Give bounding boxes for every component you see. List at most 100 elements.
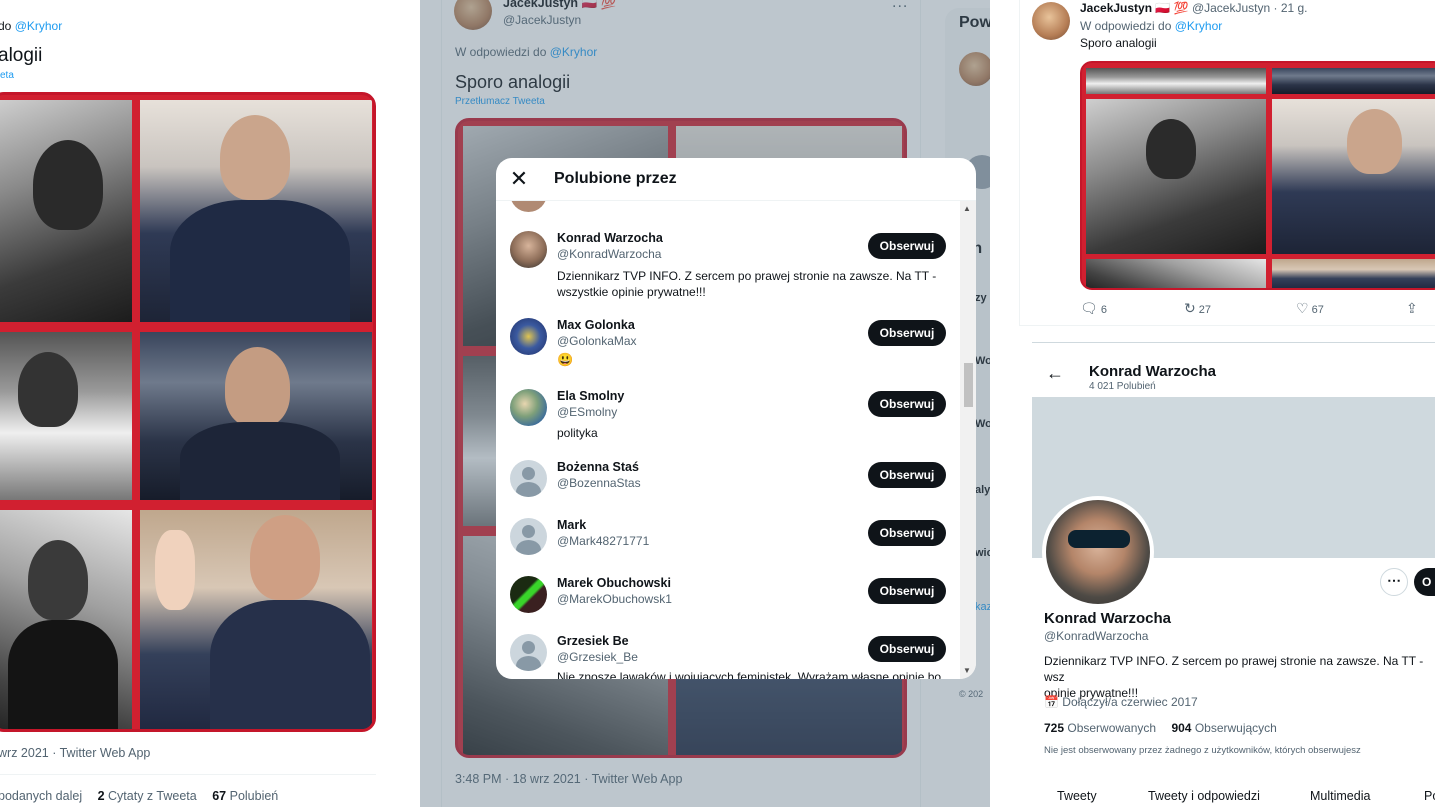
- likes-label[interactable]: Polubień: [230, 789, 279, 803]
- scrollbar-thumb[interactable]: [964, 363, 973, 407]
- user-handle[interactable]: @GolonkaMax: [557, 334, 637, 348]
- user-avatar[interactable]: [510, 634, 547, 671]
- image-cell: [1272, 259, 1435, 288]
- follow-button[interactable]: Obserwuj: [868, 636, 946, 662]
- tab-media[interactable]: Multimedia: [1310, 789, 1370, 803]
- translate-link[interactable]: eta: [0, 70, 14, 81]
- following-count[interactable]: 725: [1044, 721, 1064, 735]
- reply-count: 6: [1100, 304, 1107, 316]
- likes-count[interactable]: 67: [212, 789, 226, 803]
- user-avatar[interactable]: [510, 231, 547, 268]
- reply-to-handle-link[interactable]: @Kryhor: [15, 19, 63, 33]
- divider: [1019, 325, 1435, 326]
- liked-by-list: Konrad Warzocha @KonradWarzocha Dziennik…: [496, 201, 960, 679]
- image-cell: [1086, 259, 1266, 288]
- follow-button[interactable]: Obserwuj: [868, 578, 946, 604]
- profile-name: Konrad Warzocha: [1044, 610, 1171, 627]
- image-cell: [0, 100, 132, 322]
- profile-handle: @KonradWarzocha: [1044, 629, 1149, 643]
- user-name[interactable]: Marek Obuchowski: [557, 576, 671, 590]
- author-handle[interactable]: @JacekJustyn · 21 g.: [1192, 1, 1308, 15]
- quotes-count[interactable]: 2: [98, 789, 105, 803]
- follow-button[interactable]: Obserwuj: [868, 462, 946, 488]
- modal-header: ✕ Polubione przez: [496, 158, 976, 201]
- reply-to-prefix: do: [0, 19, 12, 33]
- tweet-text: alogii: [0, 45, 43, 66]
- user-name[interactable]: Bożenna Staś: [557, 460, 639, 474]
- author-name[interactable]: JacekJustyn 🇵🇱 💯: [1080, 1, 1189, 15]
- tab-likes[interactable]: Po: [1424, 789, 1435, 803]
- image-cell: [0, 510, 132, 729]
- follow-button[interactable]: Obserwuj: [868, 320, 946, 346]
- calendar-icon: 📅: [1044, 695, 1059, 709]
- user-avatar[interactable]: [510, 576, 547, 613]
- followers-label[interactable]: Obserwujących: [1195, 721, 1277, 735]
- tab-tweets-and-replies[interactable]: Tweety i odpowiedzi: [1148, 789, 1260, 803]
- not-followed-note: Nie jest obserwowany przez żadnego z uży…: [1044, 745, 1361, 756]
- user-handle[interactable]: @ESmolny: [557, 405, 617, 419]
- user-avatar[interactable]: [510, 518, 547, 555]
- user-name[interactable]: Ela Smolny: [557, 389, 624, 403]
- share-icon: ⇪: [1406, 300, 1418, 316]
- more-options-icon[interactable]: ⋯: [1380, 568, 1408, 596]
- divider: [0, 774, 376, 775]
- follow-button[interactable]: Obserwuj: [868, 233, 946, 259]
- image-cell: [140, 100, 372, 322]
- retweets-label[interactable]: podanych dalej: [0, 789, 82, 803]
- image-cell: [140, 332, 372, 500]
- image-cell: [1086, 99, 1266, 254]
- user-name[interactable]: Mark: [557, 518, 586, 532]
- user-handle[interactable]: @Mark48271771: [557, 534, 649, 548]
- image-cell: [1272, 99, 1435, 254]
- reply-to-prefix: W odpowiedzi do: [1080, 19, 1172, 33]
- scroll-up-arrow-icon[interactable]: ▲: [963, 204, 971, 213]
- retweet-action[interactable]: ↻ 27: [1184, 300, 1211, 317]
- user-avatar[interactable]: [510, 389, 547, 426]
- share-action[interactable]: ⇪: [1406, 300, 1418, 317]
- image-cell: [140, 510, 372, 729]
- follow-button[interactable]: Obserwuj: [868, 391, 946, 417]
- reply-to-line: do @Kryhor: [0, 19, 62, 33]
- image-cell: [0, 332, 132, 500]
- reply-to-handle-link[interactable]: @Kryhor: [1175, 19, 1223, 33]
- profile-avatar[interactable]: [1046, 500, 1150, 604]
- user-bio: Nie znoszę lawaków i wojujących feminist…: [557, 670, 942, 679]
- follow-button[interactable]: O: [1414, 568, 1435, 596]
- user-avatar[interactable]: [510, 460, 547, 497]
- image-cell: [1272, 68, 1435, 94]
- modal-scrollbar[interactable]: ▲ ▼: [960, 201, 976, 679]
- follow-button[interactable]: Obserwuj: [868, 520, 946, 546]
- author-avatar[interactable]: [1032, 2, 1070, 40]
- tweet-header: JacekJustyn 🇵🇱 💯 @JacekJustyn · 21 g.: [1080, 1, 1308, 15]
- divider: [1032, 342, 1435, 343]
- close-icon[interactable]: ✕: [508, 168, 530, 191]
- followers-count[interactable]: 904: [1171, 721, 1191, 735]
- user-handle[interactable]: @KonradWarzocha: [557, 247, 661, 261]
- reply-icon: 🗨: [1080, 300, 1098, 316]
- user-name[interactable]: Konrad Warzocha: [557, 231, 663, 245]
- column-border: [1019, 0, 1020, 325]
- reply-action[interactable]: 🗨 6: [1080, 300, 1107, 317]
- like-action[interactable]: ♡ 67: [1296, 300, 1324, 317]
- tab-tweets[interactable]: Tweety: [1057, 789, 1097, 803]
- profile-bio: Dziennikarz TVP INFO. Z sercem po prawej…: [1044, 654, 1424, 700]
- user-name[interactable]: Max Golonka: [557, 318, 635, 332]
- tweet-image[interactable]: [0, 92, 376, 732]
- joined-date: Dołączył/a czerwiec 2017: [1062, 695, 1198, 709]
- retweet-count: 27: [1198, 304, 1212, 316]
- left-tweet-panel: do @Kryhor alogii eta wrz 2021 · Twitter…: [0, 0, 420, 807]
- scroll-down-arrow-icon[interactable]: ▼: [963, 666, 971, 675]
- quotes-label[interactable]: Cytaty z Tweeta: [108, 789, 197, 803]
- user-name[interactable]: Grzesiek Be: [557, 634, 629, 648]
- heart-icon: ♡: [1296, 300, 1309, 316]
- user-bio: 😃: [557, 352, 574, 367]
- user-avatar[interactable]: [510, 201, 547, 212]
- user-handle[interactable]: @MarekObuchowsk1: [557, 592, 672, 606]
- liked-by-modal: ✕ Polubione przez Konrad Warzocha @Konra…: [496, 158, 976, 679]
- user-handle[interactable]: @BozennaStas: [557, 476, 641, 490]
- user-handle[interactable]: @Grzesiek_Be: [557, 650, 638, 664]
- following-label[interactable]: Obserwowanych: [1067, 721, 1156, 735]
- tweet-image[interactable]: [1080, 61, 1435, 290]
- user-avatar[interactable]: [510, 318, 547, 355]
- back-arrow-icon[interactable]: ←: [1046, 363, 1064, 384]
